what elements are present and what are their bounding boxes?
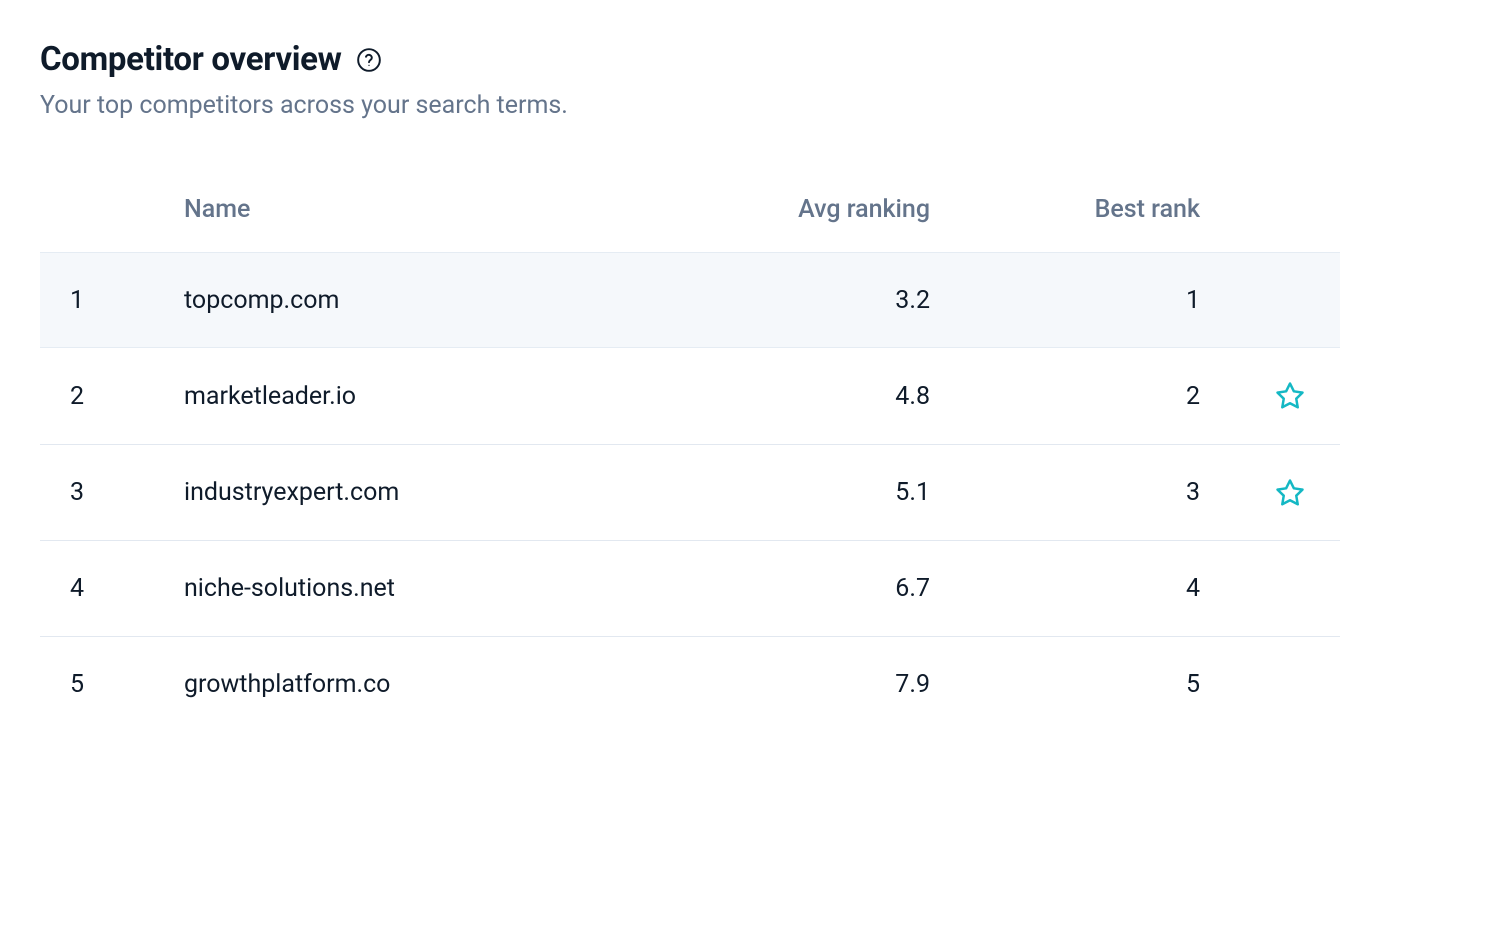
column-header-best-rank: Best rank bbox=[950, 195, 1220, 224]
competitor-name: marketleader.io bbox=[180, 382, 680, 411]
help-icon[interactable] bbox=[356, 47, 382, 73]
best-rank-value: 4 bbox=[950, 574, 1220, 603]
table-row[interactable]: 5growthplatform.co7.95 bbox=[40, 636, 1340, 732]
column-header-avg-ranking: Avg ranking bbox=[680, 195, 950, 224]
avg-ranking-value: 7.9 bbox=[680, 670, 950, 699]
column-header-name: Name bbox=[180, 195, 680, 224]
avg-ranking-value: 5.1 bbox=[680, 478, 950, 507]
best-rank-value: 2 bbox=[950, 382, 1220, 411]
page-subtitle: Your top competitors across your search … bbox=[40, 91, 1450, 120]
table-row[interactable]: 2marketleader.io4.82 bbox=[40, 348, 1340, 444]
competitor-name: topcomp.com bbox=[180, 286, 680, 315]
table-row[interactable]: 1topcomp.com3.21 bbox=[40, 252, 1340, 348]
row-index: 4 bbox=[40, 574, 180, 603]
row-index: 1 bbox=[40, 286, 180, 315]
avg-ranking-value: 6.7 bbox=[680, 574, 950, 603]
table-row[interactable]: 3industryexpert.com5.13 bbox=[40, 444, 1340, 540]
competitor-name: industryexpert.com bbox=[180, 478, 680, 507]
competitor-table: Name Avg ranking Best rank 1topcomp.com3… bbox=[40, 175, 1340, 732]
competitor-name: niche-solutions.net bbox=[180, 574, 680, 603]
page-title: Competitor overview bbox=[40, 40, 342, 79]
row-index: 3 bbox=[40, 478, 180, 507]
avg-ranking-value: 3.2 bbox=[680, 286, 950, 315]
avg-ranking-value: 4.8 bbox=[680, 382, 950, 411]
row-index: 5 bbox=[40, 670, 180, 699]
table-row[interactable]: 4niche-solutions.net6.74 bbox=[40, 540, 1340, 636]
star-icon[interactable] bbox=[1275, 478, 1305, 508]
competitor-name: growthplatform.co bbox=[180, 670, 680, 699]
best-rank-value: 1 bbox=[950, 286, 1220, 315]
table-header: Name Avg ranking Best rank bbox=[40, 175, 1340, 252]
star-icon[interactable] bbox=[1275, 381, 1305, 411]
best-rank-value: 3 bbox=[950, 478, 1220, 507]
row-index: 2 bbox=[40, 382, 180, 411]
best-rank-value: 5 bbox=[950, 670, 1220, 699]
